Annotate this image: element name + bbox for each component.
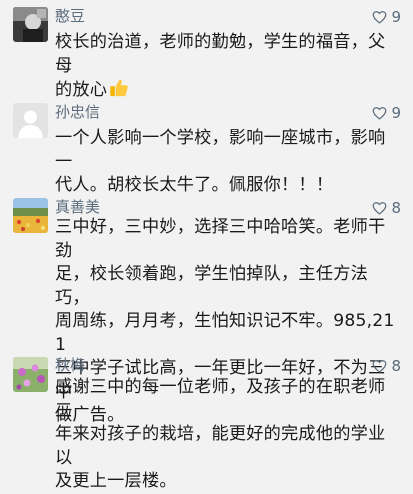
comment-text-line: 一个人影响一个学校，影响一座城市，影响一 [55, 128, 386, 172]
comment-username[interactable]: 秋梅 [55, 356, 85, 374]
avatar[interactable] [13, 198, 48, 233]
comment-text-line: 校长的治道，老师的勤勉，学生的福音，父母 [55, 32, 386, 76]
comment-text-line: 三中好，三中妙，选择三中哈哈笑。老师干劲 [55, 217, 386, 261]
like-count: 9 [391, 104, 401, 122]
avatar[interactable] [13, 103, 48, 138]
like-button[interactable]: 8 [372, 199, 401, 217]
comment-text-line: 足，校长领着跑，学生怕掉队，主任方法巧， [55, 264, 368, 308]
comment-username[interactable]: 孙忠信 [55, 103, 100, 121]
heart-icon [373, 11, 387, 24]
comment-text: 校长的治道，老师的勤勉，学生的福音，父母 的放心 [55, 31, 400, 106]
like-button[interactable]: 8 [372, 357, 401, 375]
heart-icon [373, 202, 387, 215]
like-count: 8 [391, 199, 401, 217]
heart-icon [373, 107, 387, 120]
like-button[interactable]: 9 [372, 104, 401, 122]
comment-text-line: 周周练，月月考，生怕知识记不牢。985,211 [55, 311, 395, 355]
thumbs-up-icon [108, 78, 129, 106]
comment-username[interactable]: 真善美 [55, 198, 100, 216]
like-button[interactable]: 9 [372, 8, 401, 26]
comment-text: 一个人影响一个学校，影响一座城市，影响一 代人。胡校长太牛了。佩服你！！！ [55, 127, 400, 198]
like-count: 8 [391, 357, 401, 375]
comment-text-line: 年来对孩子的栽培，能更好的完成他的学业以 [55, 424, 386, 468]
comment-text-line: 代人。胡校长太牛了。佩服你！！！ [55, 175, 334, 195]
comment-text-line: 感谢三中的每一位老师，及孩子的在职老师三 [55, 377, 386, 421]
comment-text-line: 的放心 [55, 78, 400, 106]
avatar[interactable] [13, 7, 48, 42]
comment-text: 感谢三中的每一位老师，及孩子的在职老师三 年来对孩子的栽培，能更好的完成他的学业… [55, 376, 400, 494]
avatar[interactable] [13, 357, 48, 392]
like-count: 9 [391, 8, 401, 26]
comment-text-line: 及更上一层楼。 [55, 471, 177, 491]
comment-username[interactable]: 憨豆 [55, 7, 85, 25]
heart-icon [373, 360, 387, 373]
